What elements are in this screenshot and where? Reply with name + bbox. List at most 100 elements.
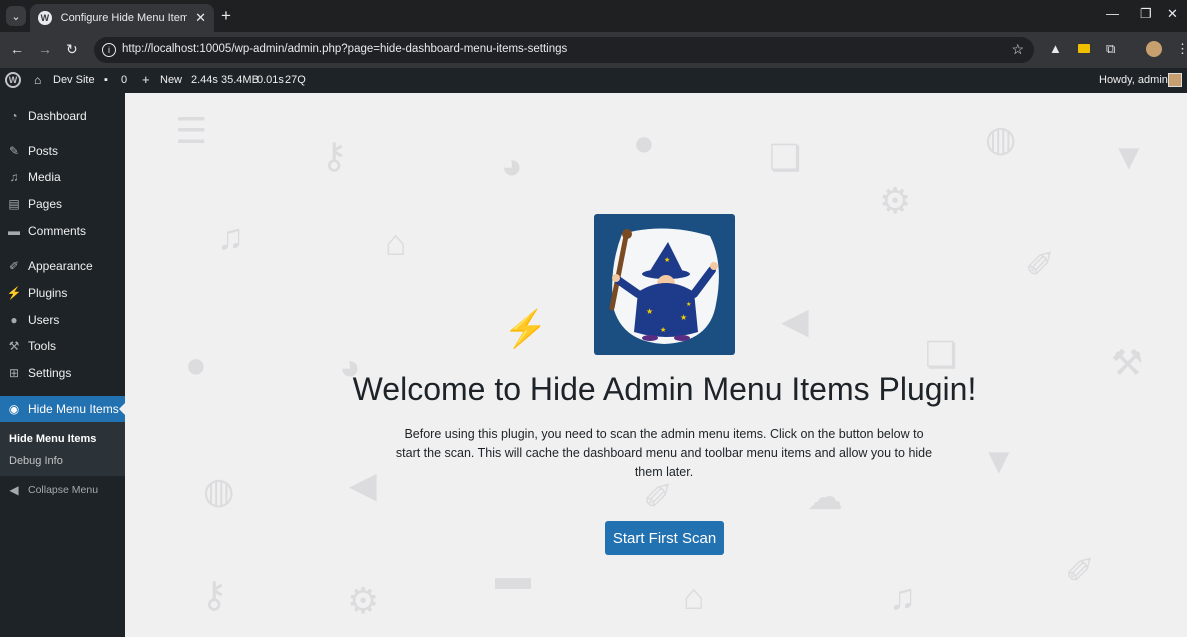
plus-icon: + bbox=[142, 72, 150, 87]
globe-bg-icon-2: ◍ bbox=[203, 470, 235, 511]
sidebar-item-dashboard[interactable]: ◔ Dashboard bbox=[0, 103, 125, 129]
perf-time[interactable]: 2.44s bbox=[191, 74, 218, 86]
perf-memory[interactable]: 35.4MB bbox=[221, 74, 259, 86]
eye-slash-icon: ◉ bbox=[8, 402, 20, 416]
tab-title: Configure Hide Menu Items ‹ D bbox=[60, 12, 188, 24]
perf-db-time[interactable]: 0.01s bbox=[257, 74, 284, 86]
collapse-arrow-icon: ◀ bbox=[9, 483, 19, 497]
home-icon: ⌂ bbox=[34, 73, 42, 87]
tab-search-button[interactable]: ⌄ bbox=[6, 6, 26, 26]
pages-bg-icon: ❏ bbox=[769, 137, 802, 178]
extensions-puzzle-icon[interactable]: ⧉ bbox=[1106, 41, 1115, 57]
key-bg-icon-2: ⚷ bbox=[201, 574, 228, 615]
wizard-logo: ★ ★ ★ ★ ★ bbox=[594, 214, 735, 355]
tab-close-icon[interactable]: ✕ bbox=[195, 10, 206, 26]
maximize-icon[interactable]: ❐ bbox=[1140, 6, 1152, 22]
sidebar-item-hide-menu-items[interactable]: ◉ Hide Menu Items bbox=[0, 396, 125, 422]
bookmark-star-icon[interactable]: ☆ bbox=[1011, 41, 1024, 58]
site-info-icon[interactable]: i bbox=[102, 43, 116, 57]
extension-mountain-icon[interactable]: ▲ bbox=[1049, 41, 1062, 56]
sidebar-item-settings[interactable]: ⊞ Settings bbox=[0, 360, 125, 386]
new-content-link[interactable]: New bbox=[160, 74, 182, 86]
url-text: http://localhost:10005/wp-admin/admin.ph… bbox=[122, 43, 568, 55]
reload-icon[interactable]: ↻ bbox=[66, 41, 78, 58]
sidebar-item-plugins[interactable]: ⚡ Plugins bbox=[0, 280, 125, 306]
back-icon[interactable]: ← bbox=[10, 41, 24, 57]
user-icon: ● bbox=[10, 313, 18, 327]
sidebar-item-users[interactable]: ● Users bbox=[0, 307, 125, 333]
submenu-hide-menu-items[interactable]: Hide Menu Items bbox=[9, 433, 96, 445]
pages-icon: ▤ bbox=[8, 197, 20, 211]
media-bg-icon-2: ♫ bbox=[889, 576, 916, 617]
close-window-icon[interactable]: ✕ bbox=[1167, 6, 1178, 22]
comments-count[interactable]: 0 bbox=[121, 74, 127, 86]
collapse-menu-button[interactable]: ◀ Collapse Menu bbox=[0, 480, 125, 500]
pin-icon: ✎ bbox=[8, 144, 20, 158]
filter-bg-icon-2: ▼ bbox=[981, 440, 1017, 481]
home-bg-icon-2: ⌂ bbox=[683, 576, 705, 617]
browser-tab[interactable]: W Configure Hide Menu Items ‹ D ✕ bbox=[30, 4, 214, 32]
dashboard-icon: ◔ bbox=[10, 109, 18, 123]
sidebar-item-appearance[interactable]: ✐ Appearance bbox=[0, 253, 125, 279]
howdy-user[interactable]: Howdy, admin bbox=[1099, 74, 1168, 86]
svg-text:★: ★ bbox=[686, 301, 691, 308]
user-avatar[interactable] bbox=[1168, 73, 1182, 87]
hide-menu-items-submenu: Hide Menu Items Debug Info bbox=[0, 422, 125, 476]
comment-icon: ▬ bbox=[8, 224, 20, 238]
globe-bg-icon: ◍ bbox=[985, 118, 1017, 159]
gear-bg-icon: ⚙ bbox=[879, 180, 912, 221]
url-bar[interactable]: i http://localhost:10005/wp-admin/admin.… bbox=[94, 37, 1034, 63]
brush-icon: ✐ bbox=[8, 259, 20, 273]
perf-queries[interactable]: 27Q bbox=[285, 74, 306, 86]
svg-text:★: ★ bbox=[646, 307, 653, 316]
sidebar-item-tools[interactable]: ⚒ Tools bbox=[0, 333, 125, 359]
sidebar-item-media[interactable]: ♫ Media bbox=[0, 164, 125, 190]
gear-bg-icon-2: ⚙ bbox=[347, 580, 380, 621]
wordpress-favicon-icon: W bbox=[38, 11, 52, 25]
svg-text:★: ★ bbox=[660, 326, 666, 334]
sidebar-item-pages[interactable]: ▤ Pages bbox=[0, 191, 125, 217]
filter-bg-icon: ▼ bbox=[1111, 136, 1147, 177]
sidebar-item-posts[interactable]: ✎ Posts bbox=[0, 138, 125, 164]
key-bg-icon: ⚷ bbox=[321, 135, 348, 176]
plugin-bg-icon: ⚡ bbox=[503, 308, 548, 349]
plugin-icon: ⚡ bbox=[6, 286, 22, 300]
comments-icon[interactable]: ▪ bbox=[104, 74, 108, 86]
extension-folder-icon[interactable] bbox=[1078, 44, 1090, 53]
intro-description: Before using this plugin, you need to sc… bbox=[395, 427, 933, 479]
forward-icon[interactable]: → bbox=[38, 41, 52, 57]
wordpress-logo-icon[interactable]: W bbox=[5, 72, 21, 88]
start-first-scan-button[interactable]: Start First Scan bbox=[605, 521, 724, 555]
home-bg-icon: ⌂ bbox=[385, 222, 407, 263]
media-icon: ♫ bbox=[9, 170, 19, 184]
submenu-debug-info[interactable]: Debug Info bbox=[9, 455, 63, 467]
play-bg-icon-2: ◀ bbox=[349, 464, 377, 505]
wp-admin-bar: W ⌂ Dev Site ▪ 0 + New 2.44s 35.4MB 0.01… bbox=[0, 68, 1187, 93]
admin-sidebar: ◔ Dashboard ✎ Posts ♫ Media ▤ Pages ▬ Comment… bbox=[0, 93, 125, 637]
profile-avatar[interactable] bbox=[1146, 41, 1162, 57]
svg-text:★: ★ bbox=[664, 256, 670, 264]
palette-bg-icon: ◕ bbox=[501, 145, 523, 186]
menu-bg-icon: ☰ bbox=[175, 110, 208, 151]
play-bg-icon: ◀ bbox=[781, 300, 809, 341]
sidebar-item-comments[interactable]: ▬ Comments bbox=[0, 218, 125, 244]
settings-icon: ⊞ bbox=[8, 366, 20, 380]
comment-bg-icon: ▬ bbox=[495, 556, 531, 597]
browser-tab-bar: ⌄ W Configure Hide Menu Items ‹ D ✕ + — … bbox=[0, 0, 1187, 32]
brush-bg-icon: ✐ bbox=[1025, 244, 1056, 285]
cloud-bg-icon: ☁ bbox=[807, 476, 843, 517]
site-name-link[interactable]: Dev Site bbox=[53, 74, 95, 86]
main-content: ☰ ⚷ ◕ ● ❏ ⚙ ◍ ▼ ♫ ⌂ ✐ ⚡ ◀ ● ◕ ❏ ⚒ ▼ ◍ ◀ … bbox=[125, 93, 1187, 637]
browser-address-bar: ← → ↻ i http://localhost:10005/wp-admin/… bbox=[0, 32, 1187, 68]
media-bg-icon: ♫ bbox=[217, 216, 244, 257]
pages-bg-icon-2: ❏ bbox=[925, 334, 958, 375]
page-title: Welcome to Hide Admin Menu Items Plugin! bbox=[352, 371, 977, 407]
wrench-icon: ⚒ bbox=[8, 339, 20, 353]
brush-bg-icon-3: ✐ bbox=[1065, 550, 1096, 591]
svg-text:★: ★ bbox=[680, 313, 687, 322]
browser-menu-icon[interactable]: ⋮ bbox=[1176, 41, 1187, 57]
user-bg-icon: ● bbox=[633, 122, 655, 163]
brush-bg-icon-2: ✐ bbox=[643, 476, 674, 517]
minimize-icon[interactable]: — bbox=[1106, 6, 1119, 21]
new-tab-icon[interactable]: + bbox=[221, 6, 231, 26]
